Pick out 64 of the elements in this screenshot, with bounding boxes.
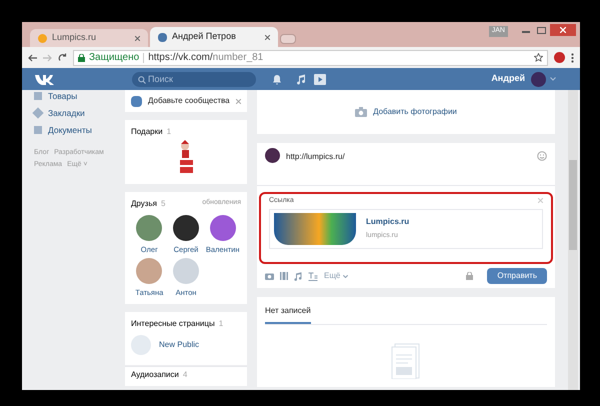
video-icon[interactable] [314,74,326,84]
tab[interactable]: Андрей Петров [150,27,278,47]
link-title[interactable]: Lumpics.ru [366,216,410,228]
card-title: Аудиозаписи [131,369,179,381]
scrollbar[interactable] [568,90,578,390]
back-icon[interactable] [28,54,37,62]
search-icon [138,76,146,84]
avatar [210,215,236,241]
nav-item[interactable]: Документы [34,124,120,136]
post-text-field[interactable]: http://lumpics.ru/ [286,151,345,163]
url-path: number_81 [212,51,264,65]
caret-icon[interactable] [343,274,348,278]
circle-favicon-icon [38,34,47,42]
extension-icon[interactable] [554,52,565,63]
card-title: Подарки [131,126,163,138]
logo-icon[interactable] [34,73,56,85]
music-note-icon[interactable] [294,272,302,280]
avatar [136,215,162,241]
community-icon [131,96,142,106]
add-communities-card[interactable]: Добавьте сообщества [125,90,247,112]
avatar [131,335,151,355]
caret-icon[interactable] [550,77,556,81]
nav-item[interactable]: Товары [34,90,120,103]
page-item[interactable]: New Public [131,335,241,355]
add-photos-label: Добавить фотографии [373,106,457,118]
video-icon[interactable] [280,272,288,280]
tab[interactable]: Lumpics.ru [30,29,148,47]
count: 4 [182,369,188,381]
add-communities-label: Добавьте сообщества [148,95,230,107]
close-icon[interactable] [135,36,140,40]
url-host: https://vk.com/ [148,51,213,65]
lock-icon[interactable] [466,272,474,280]
count: 1 [166,126,172,138]
avatar [172,258,199,284]
bell-icon[interactable] [272,74,282,84]
address-bar[interactable]: Защищено https://vk.com/number_81 [73,50,548,66]
menu-icon[interactable] [571,52,574,62]
camera-icon [355,107,368,117]
maximize-icon[interactable] [537,27,546,34]
avatar [136,258,162,284]
close-button[interactable] [550,24,576,36]
close-icon[interactable] [236,98,241,104]
wall-tab[interactable]: Нет записей [265,305,311,324]
search-field[interactable]: Поиск [132,72,256,86]
avatar [172,215,199,241]
count: 5 [160,198,166,210]
nav-item[interactable]: Закладки [34,106,120,120]
lock-icon [78,54,85,62]
send-button[interactable]: Отправить [487,268,547,284]
add-photos-card[interactable]: Добавить фотографии [257,90,555,134]
camera-icon[interactable] [265,272,274,280]
card-title: Интересные страницы [131,318,215,330]
reload-icon[interactable] [58,53,67,62]
close-icon[interactable] [265,34,270,40]
avatar [265,148,280,163]
smiley-icon[interactable] [537,151,547,161]
empty-posts-icon [391,343,421,379]
card-title: Друзья [131,198,157,210]
secure-label: Защищено [89,51,140,65]
user-name[interactable]: Андрей [491,72,525,86]
text-format-icon[interactable] [308,272,318,280]
avatar[interactable] [531,72,546,86]
count: 1 [218,318,224,330]
music-note-icon[interactable] [296,74,306,84]
